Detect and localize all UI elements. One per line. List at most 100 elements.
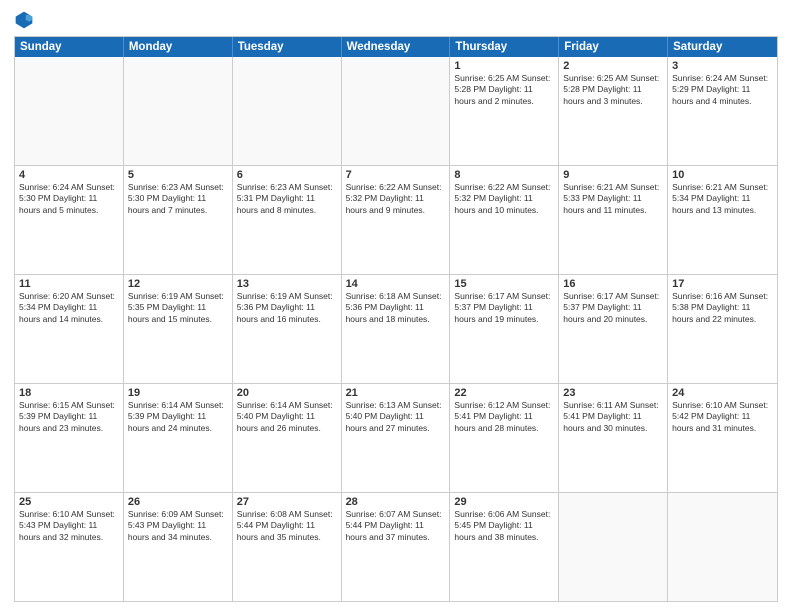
- day-number: 27: [237, 496, 337, 508]
- day-number: 18: [19, 387, 119, 399]
- day-number: 29: [454, 496, 554, 508]
- calendar-day-8: 8Sunrise: 6:22 AM Sunset: 5:32 PM Daylig…: [450, 166, 559, 274]
- day-number: 7: [346, 169, 446, 181]
- calendar-day-25: 25Sunrise: 6:10 AM Sunset: 5:43 PM Dayli…: [15, 493, 124, 601]
- calendar-day-26: 26Sunrise: 6:09 AM Sunset: 5:43 PM Dayli…: [124, 493, 233, 601]
- day-number: 4: [19, 169, 119, 181]
- day-info: Sunrise: 6:17 AM Sunset: 5:37 PM Dayligh…: [563, 291, 663, 325]
- day-info: Sunrise: 6:11 AM Sunset: 5:41 PM Dayligh…: [563, 400, 663, 434]
- calendar-day-15: 15Sunrise: 6:17 AM Sunset: 5:37 PM Dayli…: [450, 275, 559, 383]
- calendar-row-3: 11Sunrise: 6:20 AM Sunset: 5:34 PM Dayli…: [15, 275, 777, 384]
- day-info: Sunrise: 6:22 AM Sunset: 5:32 PM Dayligh…: [454, 182, 554, 216]
- calendar-page: SundayMondayTuesdayWednesdayThursdayFrid…: [0, 0, 792, 612]
- day-number: 25: [19, 496, 119, 508]
- calendar-day-28: 28Sunrise: 6:07 AM Sunset: 5:44 PM Dayli…: [342, 493, 451, 601]
- day-number: 21: [346, 387, 446, 399]
- day-number: 10: [672, 169, 773, 181]
- calendar-empty-cell: [342, 57, 451, 165]
- day-header-friday: Friday: [559, 37, 668, 57]
- calendar-day-16: 16Sunrise: 6:17 AM Sunset: 5:37 PM Dayli…: [559, 275, 668, 383]
- day-number: 19: [128, 387, 228, 399]
- calendar-day-11: 11Sunrise: 6:20 AM Sunset: 5:34 PM Dayli…: [15, 275, 124, 383]
- calendar-day-14: 14Sunrise: 6:18 AM Sunset: 5:36 PM Dayli…: [342, 275, 451, 383]
- day-info: Sunrise: 6:20 AM Sunset: 5:34 PM Dayligh…: [19, 291, 119, 325]
- day-info: Sunrise: 6:23 AM Sunset: 5:30 PM Dayligh…: [128, 182, 228, 216]
- day-number: 22: [454, 387, 554, 399]
- day-info: Sunrise: 6:24 AM Sunset: 5:30 PM Dayligh…: [19, 182, 119, 216]
- calendar-empty-cell: [124, 57, 233, 165]
- day-header-saturday: Saturday: [668, 37, 777, 57]
- calendar-day-17: 17Sunrise: 6:16 AM Sunset: 5:38 PM Dayli…: [668, 275, 777, 383]
- day-info: Sunrise: 6:14 AM Sunset: 5:39 PM Dayligh…: [128, 400, 228, 434]
- day-number: 8: [454, 169, 554, 181]
- day-info: Sunrise: 6:21 AM Sunset: 5:33 PM Dayligh…: [563, 182, 663, 216]
- calendar-day-1: 1Sunrise: 6:25 AM Sunset: 5:28 PM Daylig…: [450, 57, 559, 165]
- calendar-row-2: 4Sunrise: 6:24 AM Sunset: 5:30 PM Daylig…: [15, 166, 777, 275]
- day-number: 9: [563, 169, 663, 181]
- day-info: Sunrise: 6:19 AM Sunset: 5:35 PM Dayligh…: [128, 291, 228, 325]
- day-number: 14: [346, 278, 446, 290]
- day-info: Sunrise: 6:24 AM Sunset: 5:29 PM Dayligh…: [672, 73, 773, 107]
- calendar-row-5: 25Sunrise: 6:10 AM Sunset: 5:43 PM Dayli…: [15, 493, 777, 601]
- calendar-row-4: 18Sunrise: 6:15 AM Sunset: 5:39 PM Dayli…: [15, 384, 777, 493]
- day-info: Sunrise: 6:13 AM Sunset: 5:40 PM Dayligh…: [346, 400, 446, 434]
- calendar-day-6: 6Sunrise: 6:23 AM Sunset: 5:31 PM Daylig…: [233, 166, 342, 274]
- day-number: 20: [237, 387, 337, 399]
- day-number: 1: [454, 60, 554, 72]
- day-number: 2: [563, 60, 663, 72]
- day-info: Sunrise: 6:15 AM Sunset: 5:39 PM Dayligh…: [19, 400, 119, 434]
- calendar-day-23: 23Sunrise: 6:11 AM Sunset: 5:41 PM Dayli…: [559, 384, 668, 492]
- day-number: 5: [128, 169, 228, 181]
- day-number: 26: [128, 496, 228, 508]
- day-info: Sunrise: 6:14 AM Sunset: 5:40 PM Dayligh…: [237, 400, 337, 434]
- calendar-empty-cell: [559, 493, 668, 601]
- calendar-day-4: 4Sunrise: 6:24 AM Sunset: 5:30 PM Daylig…: [15, 166, 124, 274]
- day-number: 3: [672, 60, 773, 72]
- calendar-day-13: 13Sunrise: 6:19 AM Sunset: 5:36 PM Dayli…: [233, 275, 342, 383]
- header: [14, 10, 778, 30]
- calendar-day-22: 22Sunrise: 6:12 AM Sunset: 5:41 PM Dayli…: [450, 384, 559, 492]
- day-info: Sunrise: 6:10 AM Sunset: 5:43 PM Dayligh…: [19, 509, 119, 543]
- day-number: 6: [237, 169, 337, 181]
- day-number: 13: [237, 278, 337, 290]
- day-info: Sunrise: 6:21 AM Sunset: 5:34 PM Dayligh…: [672, 182, 773, 216]
- day-info: Sunrise: 6:10 AM Sunset: 5:42 PM Dayligh…: [672, 400, 773, 434]
- calendar-day-10: 10Sunrise: 6:21 AM Sunset: 5:34 PM Dayli…: [668, 166, 777, 274]
- calendar-day-5: 5Sunrise: 6:23 AM Sunset: 5:30 PM Daylig…: [124, 166, 233, 274]
- calendar-day-7: 7Sunrise: 6:22 AM Sunset: 5:32 PM Daylig…: [342, 166, 451, 274]
- day-number: 23: [563, 387, 663, 399]
- calendar-body: 1Sunrise: 6:25 AM Sunset: 5:28 PM Daylig…: [15, 57, 777, 601]
- day-header-sunday: Sunday: [15, 37, 124, 57]
- day-info: Sunrise: 6:18 AM Sunset: 5:36 PM Dayligh…: [346, 291, 446, 325]
- day-info: Sunrise: 6:07 AM Sunset: 5:44 PM Dayligh…: [346, 509, 446, 543]
- day-info: Sunrise: 6:25 AM Sunset: 5:28 PM Dayligh…: [563, 73, 663, 107]
- day-info: Sunrise: 6:22 AM Sunset: 5:32 PM Dayligh…: [346, 182, 446, 216]
- logo-icon: [14, 10, 34, 30]
- calendar-day-19: 19Sunrise: 6:14 AM Sunset: 5:39 PM Dayli…: [124, 384, 233, 492]
- calendar-day-3: 3Sunrise: 6:24 AM Sunset: 5:29 PM Daylig…: [668, 57, 777, 165]
- calendar-day-24: 24Sunrise: 6:10 AM Sunset: 5:42 PM Dayli…: [668, 384, 777, 492]
- calendar-day-20: 20Sunrise: 6:14 AM Sunset: 5:40 PM Dayli…: [233, 384, 342, 492]
- day-info: Sunrise: 6:12 AM Sunset: 5:41 PM Dayligh…: [454, 400, 554, 434]
- calendar-header: SundayMondayTuesdayWednesdayThursdayFrid…: [15, 37, 777, 57]
- calendar: SundayMondayTuesdayWednesdayThursdayFrid…: [14, 36, 778, 602]
- day-number: 15: [454, 278, 554, 290]
- day-info: Sunrise: 6:17 AM Sunset: 5:37 PM Dayligh…: [454, 291, 554, 325]
- day-number: 11: [19, 278, 119, 290]
- calendar-row-1: 1Sunrise: 6:25 AM Sunset: 5:28 PM Daylig…: [15, 57, 777, 166]
- day-number: 12: [128, 278, 228, 290]
- day-info: Sunrise: 6:08 AM Sunset: 5:44 PM Dayligh…: [237, 509, 337, 543]
- day-info: Sunrise: 6:16 AM Sunset: 5:38 PM Dayligh…: [672, 291, 773, 325]
- day-info: Sunrise: 6:06 AM Sunset: 5:45 PM Dayligh…: [454, 509, 554, 543]
- day-number: 16: [563, 278, 663, 290]
- calendar-day-12: 12Sunrise: 6:19 AM Sunset: 5:35 PM Dayli…: [124, 275, 233, 383]
- calendar-day-29: 29Sunrise: 6:06 AM Sunset: 5:45 PM Dayli…: [450, 493, 559, 601]
- calendar-day-21: 21Sunrise: 6:13 AM Sunset: 5:40 PM Dayli…: [342, 384, 451, 492]
- day-number: 24: [672, 387, 773, 399]
- logo: [14, 10, 38, 30]
- day-header-tuesday: Tuesday: [233, 37, 342, 57]
- day-number: 17: [672, 278, 773, 290]
- day-info: Sunrise: 6:25 AM Sunset: 5:28 PM Dayligh…: [454, 73, 554, 107]
- day-info: Sunrise: 6:09 AM Sunset: 5:43 PM Dayligh…: [128, 509, 228, 543]
- calendar-day-18: 18Sunrise: 6:15 AM Sunset: 5:39 PM Dayli…: [15, 384, 124, 492]
